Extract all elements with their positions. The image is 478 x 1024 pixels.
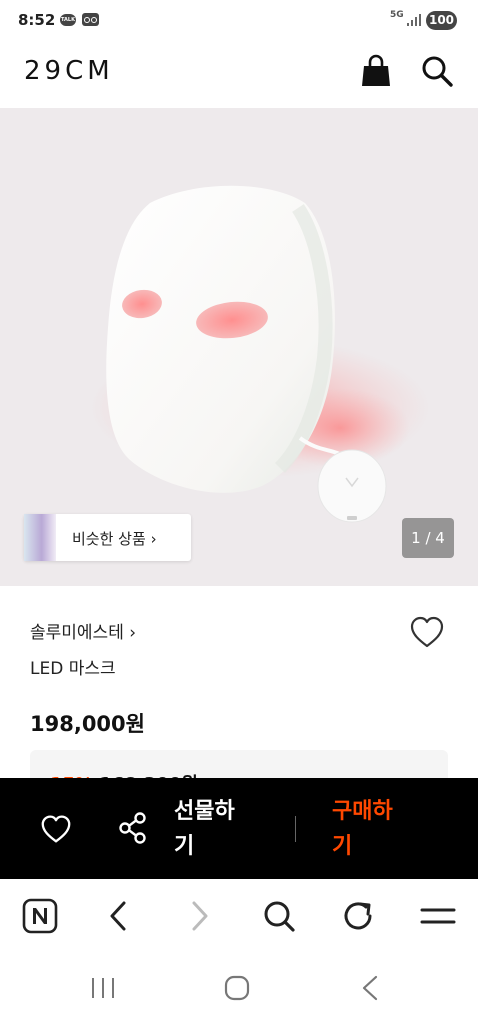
menu-icon[interactable] xyxy=(420,898,456,934)
naver-icon[interactable] xyxy=(22,898,58,934)
forward-icon[interactable] xyxy=(188,898,212,934)
product-name: LED 마스크 xyxy=(30,659,116,679)
signal-icon xyxy=(407,14,421,26)
brand-logo[interactable]: 29CM xyxy=(24,56,114,86)
home-icon[interactable] xyxy=(224,975,250,1001)
heart-icon[interactable] xyxy=(409,615,445,649)
system-nav-bar xyxy=(0,950,478,1024)
share-icon[interactable] xyxy=(118,812,148,844)
refresh-icon[interactable] xyxy=(342,898,376,934)
search-icon[interactable] xyxy=(420,54,454,88)
similar-products-label: 비슷한 상품 › xyxy=(72,530,157,548)
recent-apps-icon[interactable] xyxy=(90,976,116,1000)
back-icon[interactable] xyxy=(106,898,130,934)
heart-icon[interactable] xyxy=(40,814,72,844)
search-icon[interactable] xyxy=(262,898,296,934)
similar-product-thumbnail xyxy=(24,514,56,561)
image-counter: 1 / 4 xyxy=(402,518,454,558)
shopping-bag-icon[interactable] xyxy=(360,54,392,88)
similar-products-button[interactable]: 비슷한 상품 › xyxy=(24,514,191,561)
purchase-bar: 선물하기 구매하기 xyxy=(0,778,478,879)
browser-toolbar xyxy=(0,880,478,950)
back-icon[interactable] xyxy=(360,975,380,1001)
gift-button[interactable]: 선물하기 xyxy=(174,794,252,864)
voicemail-icon xyxy=(82,13,99,26)
brand-link[interactable]: 솔루미에스테 › xyxy=(30,618,136,643)
battery-indicator: 100 xyxy=(426,11,457,30)
product-price: 198,000원 xyxy=(30,712,145,736)
talk-notification-icon: TALK xyxy=(60,14,76,26)
network-type: 5G xyxy=(390,10,404,20)
divider xyxy=(295,816,296,842)
app-header: 29CM xyxy=(0,40,478,106)
status-time: 8:52 xyxy=(18,11,56,29)
status-bar: 8:52 TALK 5G 100 xyxy=(0,0,478,40)
buy-button[interactable]: 구매하기 xyxy=(332,794,410,864)
